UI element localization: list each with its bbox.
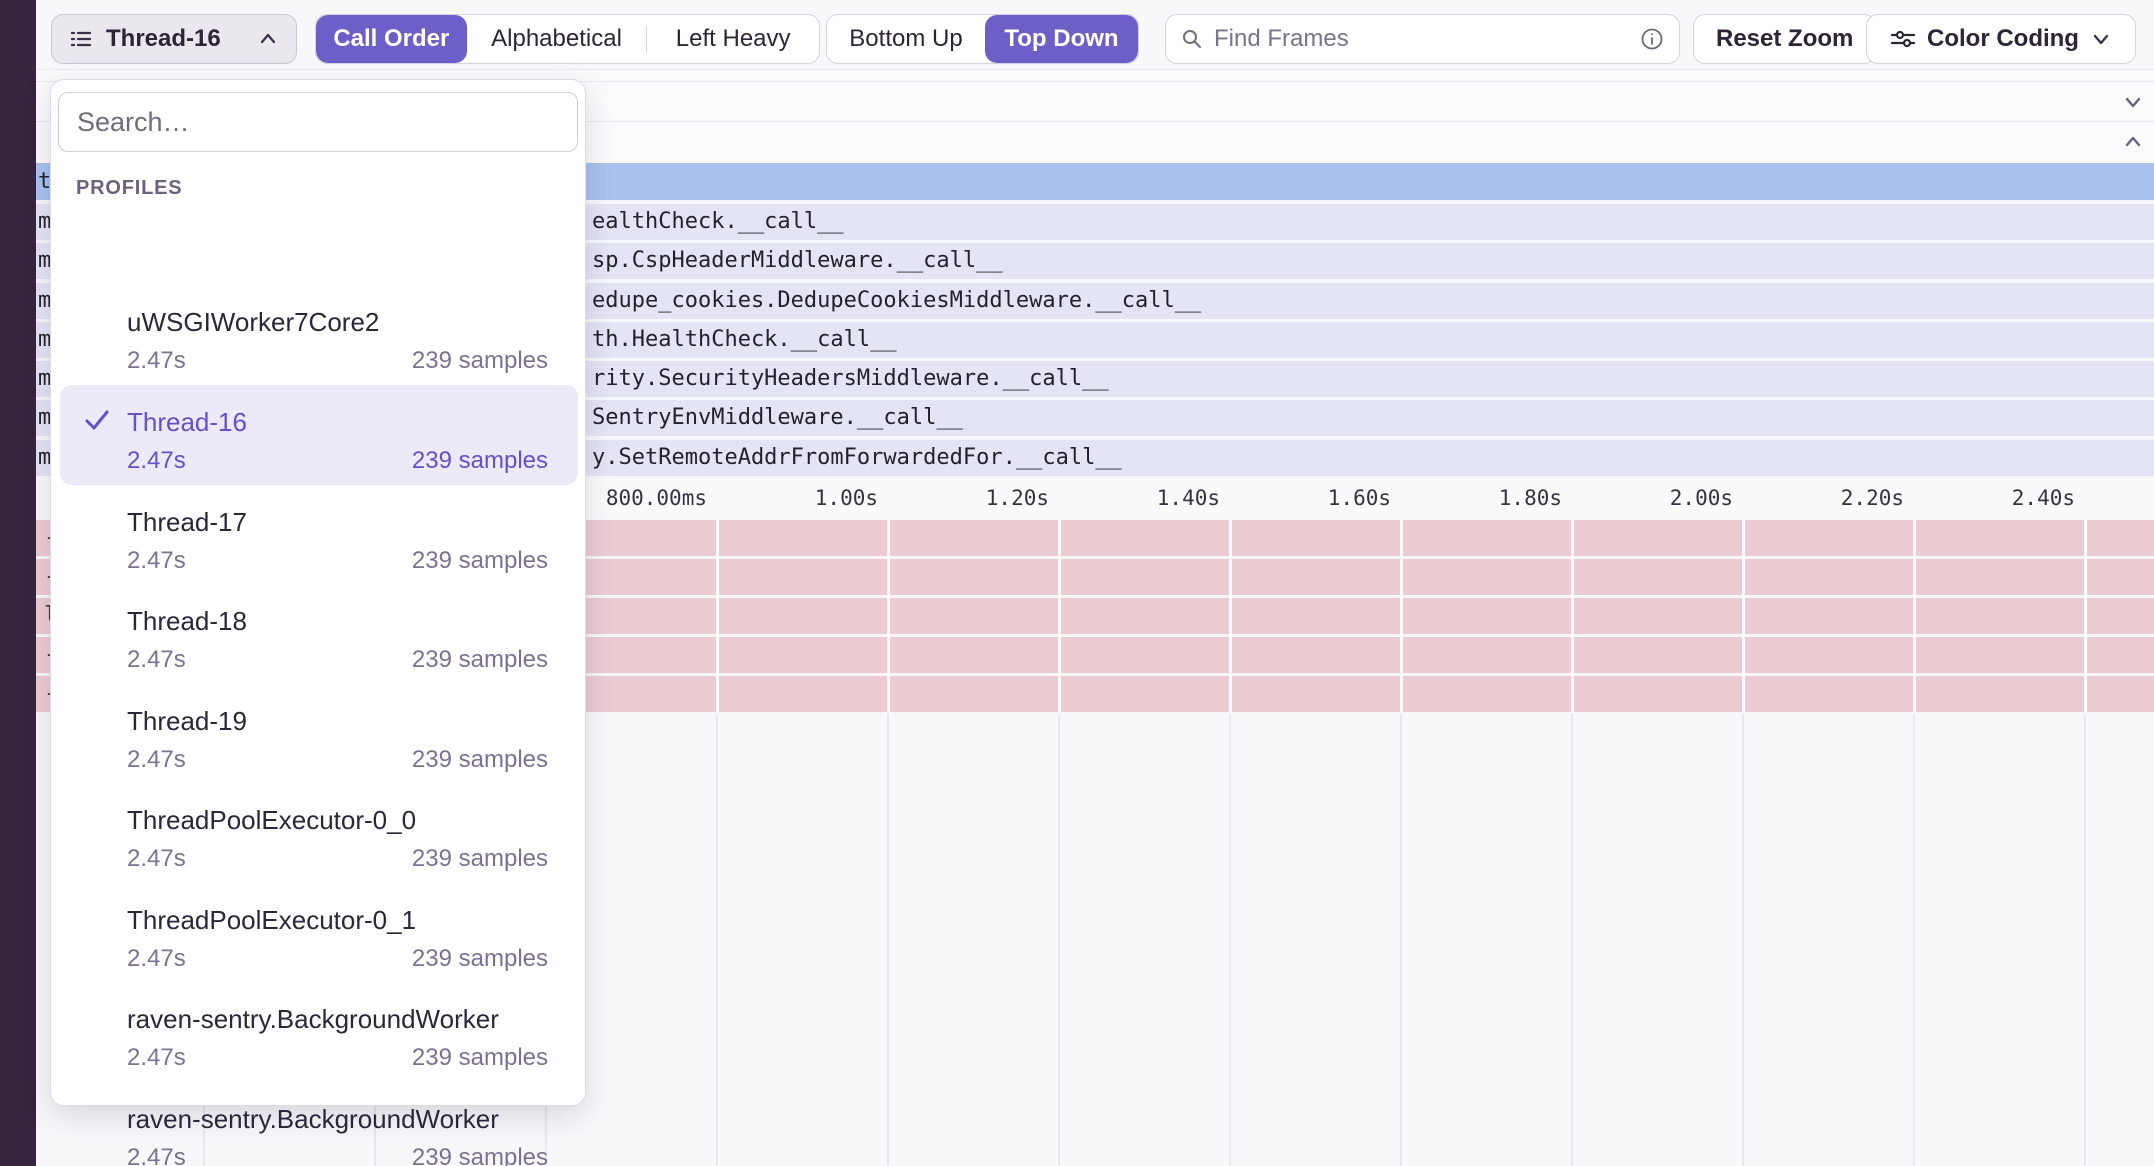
profile-name: raven-sentry.BackgroundWorker (127, 1004, 548, 1035)
tab-call-order[interactable]: Call Order (316, 15, 467, 63)
profiles-section-label: PROFILES (76, 177, 182, 200)
tab-left-heavy[interactable]: Left Heavy (647, 15, 819, 63)
time-tick: 1.20s (889, 478, 1049, 518)
dropdown-item[interactable]: Thread-19 2.47s 239 samples (60, 684, 578, 784)
info-icon (1639, 26, 1665, 52)
profile-duration: 2.47s (127, 646, 186, 674)
gridline (1058, 714, 1060, 1166)
profile-samples: 239 samples (412, 845, 548, 873)
gridline (1571, 714, 1573, 1166)
dropdown-item[interactable]: uWSGIWorker7Core2 2.47s 239 samples (60, 285, 578, 385)
time-tick: 2.40s (1915, 478, 2075, 518)
dropdown-item[interactable]: Thread-17 2.47s 239 samples (60, 485, 578, 585)
grid-separator (2084, 520, 2087, 712)
find-frames-input[interactable] (1214, 25, 1629, 53)
grid-separator (1058, 520, 1061, 712)
grid-separator (1571, 520, 1574, 712)
frame-label: ealthCheck.__call__ (592, 204, 844, 240)
gridline (716, 714, 718, 1166)
time-tick: 2.00s (1573, 478, 1733, 518)
profile-name: ThreadPoolExecutor-0_0 (127, 805, 548, 836)
grid-separator (716, 520, 719, 712)
profile-duration: 2.47s (127, 746, 186, 774)
app-sidebar-strip (0, 0, 36, 1166)
toolbar: Thread-16 Call Order Alphabetical Left H… (36, 0, 2154, 70)
dropdown-item[interactable]: ThreadPoolExecutor-0_1 2.47s 239 samples (60, 883, 578, 983)
tab-top-down[interactable]: Top Down (985, 15, 1138, 63)
direction-segmented-control: Bottom Up Top Down (826, 14, 1139, 64)
time-tick: 2.20s (1744, 478, 1904, 518)
gridline (887, 714, 889, 1166)
time-tick: 1.40s (1060, 478, 1220, 518)
dropdown-item[interactable]: Thread-18 2.47s 239 samples (60, 584, 578, 684)
grid-separator (1400, 520, 1403, 712)
thread-selector-label: Thread-16 (106, 25, 244, 53)
profile-duration: 2.47s (127, 1044, 186, 1072)
profile-samples: 239 samples (412, 547, 548, 575)
profile-duration: 2.47s (127, 845, 186, 873)
tab-bottom-up[interactable]: Bottom Up (827, 15, 985, 63)
profile-duration: 2.47s (127, 945, 186, 973)
find-frames-search (1165, 14, 1680, 64)
sliders-icon (1889, 25, 1917, 53)
profile-name: raven-sentry.BackgroundWorker (127, 1104, 548, 1135)
dropdown-search-input[interactable] (58, 92, 578, 152)
reset-zoom-label: Reset Zoom (1716, 25, 1853, 53)
dropdown-item[interactable]: raven-sentry.BackgroundWorker 2.47s 239 … (60, 1082, 578, 1166)
search-icon (1180, 27, 1204, 51)
frame-label: SentryEnvMiddleware.__call__ (592, 400, 963, 436)
thread-selector-button[interactable]: Thread-16 (51, 14, 297, 64)
collapse-minimap-chevron-down-icon[interactable] (2120, 89, 2146, 115)
frame-label: edupe_cookies.DedupeCookiesMiddleware.__… (592, 283, 1201, 319)
gridline (1229, 714, 1231, 1166)
profile-duration: 2.47s (127, 347, 186, 375)
frame-label: rity.SecurityHeadersMiddleware.__call__ (592, 361, 1109, 397)
profile-name: Thread-18 (127, 606, 548, 637)
profile-duration: 2.47s (127, 447, 186, 475)
profile-samples: 239 samples (412, 347, 548, 375)
frame-label: sp.CspHeaderMiddleware.__call__ (592, 243, 1003, 279)
time-tick: 1.60s (1231, 478, 1391, 518)
profile-name: Thread-16 (127, 407, 548, 438)
profile-name: Thread-19 (127, 706, 548, 737)
thread-dropdown-panel: PROFILES uWSGIWorker7Core2 2.47s 239 sam… (50, 79, 586, 1106)
profile-name: uWSGIWorker7Core2 (127, 307, 548, 338)
profiler-flamegraph-view: t m ealthCheck.__call__ m sp.CspHeaderMi… (0, 0, 2154, 1166)
frame-label: y.SetRemoteAddrFromForwardedFor.__call__ (592, 440, 1122, 476)
profile-samples: 239 samples (412, 646, 548, 674)
profile-duration: 2.47s (127, 547, 186, 575)
profile-name: ThreadPoolExecutor-0_1 (127, 905, 548, 936)
profile-name: Thread-17 (127, 507, 548, 538)
profiles-list-icon (68, 26, 94, 52)
grid-separator (1742, 520, 1745, 712)
color-coding-label: Color Coding (1927, 25, 2079, 53)
grid-separator (1913, 520, 1916, 712)
profile-samples: 239 samples (412, 447, 548, 475)
dropdown-item[interactable]: ThreadPoolExecutor-0_0 2.47s 239 samples (60, 783, 578, 883)
gridline (1913, 714, 1915, 1166)
time-tick: 1.00s (718, 478, 878, 518)
time-tick: 1.80s (1402, 478, 1562, 518)
profile-samples: 239 samples (412, 1044, 548, 1072)
checkmark-icon (82, 405, 112, 435)
dropdown-item[interactable]: raven-sentry.BackgroundWorker 2.47s 239 … (60, 982, 578, 1082)
chevron-down-icon (2089, 27, 2113, 51)
reset-zoom-button[interactable]: Reset Zoom (1693, 14, 1876, 64)
tab-alphabetical[interactable]: Alphabetical (467, 15, 647, 63)
collapse-flamegraph-chevron-up-icon[interactable] (2120, 128, 2146, 154)
color-coding-button[interactable]: Color Coding (1866, 14, 2136, 64)
profile-samples: 239 samples (412, 1144, 548, 1166)
grid-separator (887, 520, 890, 712)
dropdown-item-selected[interactable]: Thread-16 2.47s 239 samples (60, 385, 578, 485)
gridline (2084, 714, 2086, 1166)
profile-samples: 239 samples (412, 945, 548, 973)
gridline (1742, 714, 1744, 1166)
sort-order-segmented-control: Call Order Alphabetical Left Heavy (315, 14, 820, 64)
chevron-up-icon (256, 27, 280, 51)
profile-duration: 2.47s (127, 1144, 186, 1166)
profile-samples: 239 samples (412, 746, 548, 774)
frame-label: th.HealthCheck.__call__ (592, 322, 897, 358)
gridline (1400, 714, 1402, 1166)
grid-separator (1229, 520, 1232, 712)
